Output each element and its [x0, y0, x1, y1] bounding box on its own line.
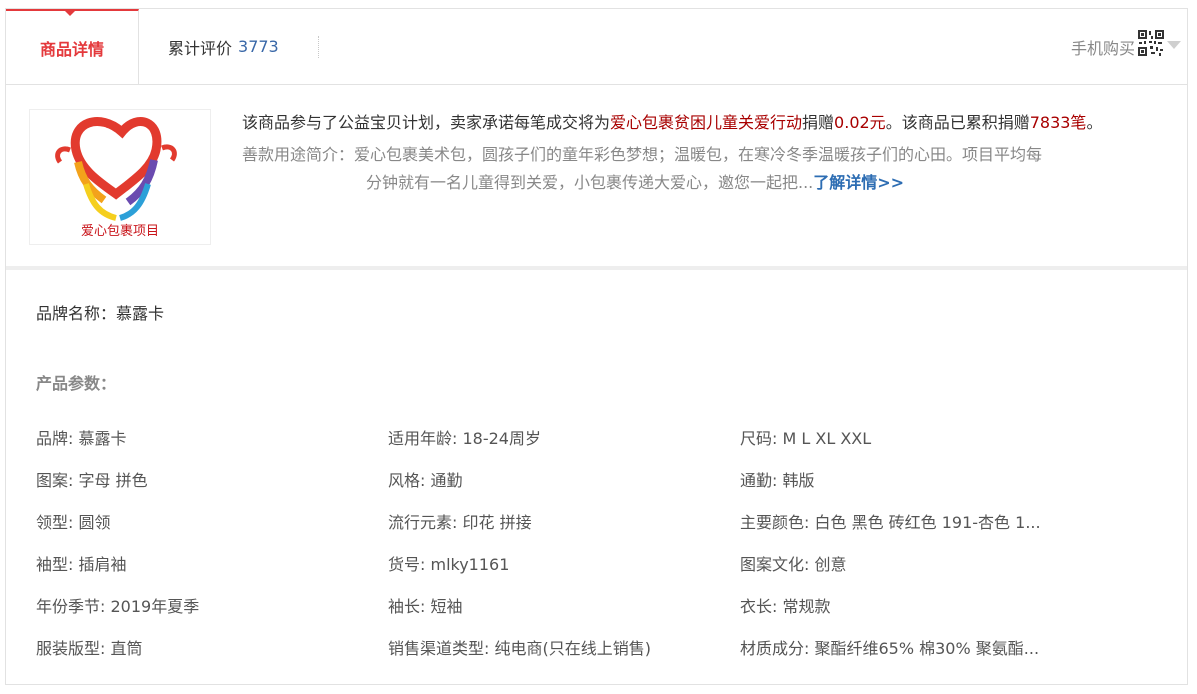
param-commute: 通勤: 韩版	[740, 471, 815, 490]
charity-intro-text: 该商品参与了公益宝贝计划，卖家承诺每笔成交将为	[242, 113, 611, 132]
charity-intro-end: 。	[1086, 113, 1103, 132]
charity-section: 爱心包裹项目 该商品参与了公益宝贝计划，卖家承诺每笔成交将为爱心包裹贫困儿童关爱…	[6, 85, 1187, 266]
tab-bar: 商品详情 累计评价 3773 手机购买	[6, 9, 1187, 85]
review-count: 3773	[238, 37, 279, 56]
charity-logo[interactable]: 爱心包裹项目	[29, 109, 211, 245]
donation-count: 7833笔	[1029, 113, 1087, 132]
params-row: 袖型: 插肩袖 货号: mlky1161 图案文化: 创意	[36, 542, 1166, 584]
charity-intro: 该商品参与了公益宝贝计划，卖家承诺每笔成交将为爱心包裹贫困儿童关爱行动捐赠0.0…	[242, 109, 1152, 137]
product-params-section: 品牌名称：慕露卡 产品参数： 品牌: 慕露卡 适用年龄: 18-24周岁 尺码:…	[6, 270, 1187, 684]
params-row: 领型: 圆领 流行元素: 印花 拼接 主要颜色: 白色 黑色 砖红色 191-杏…	[36, 500, 1166, 542]
params-title: 产品参数：	[36, 374, 117, 393]
params-row: 年份季节: 2019年夏季 袖长: 短袖 衣长: 常规款	[36, 584, 1166, 626]
param-pattern-culture: 图案文化: 创意	[740, 555, 847, 574]
tab-reviews-label: 累计评价	[168, 38, 233, 58]
purpose-text-1: 爱心包裹美术包，圆孩子们的童年彩色梦想；温暖包，在寒冷冬季温暖孩子们的心田。项目…	[354, 145, 1043, 164]
param-style: 风格: 通勤	[388, 471, 463, 490]
tab-reviews[interactable]: 累计评价 3773	[168, 9, 279, 84]
heart-package-icon: 爱心包裹项目	[55, 117, 177, 239]
param-season: 年份季节: 2019年夏季	[36, 597, 200, 616]
param-sleeve-length: 袖长: 短袖	[388, 597, 463, 616]
charity-logo-text: 爱心包裹项目	[81, 224, 159, 239]
donation-amount: 0.02元	[834, 113, 886, 132]
param-length: 衣长: 常规款	[740, 597, 831, 616]
purpose-label: 善款用途简介：	[242, 145, 355, 164]
mobile-buy-label: 手机购买	[1070, 38, 1135, 58]
param-channel: 销售渠道类型: 纯电商(只在线上销售)	[388, 639, 651, 658]
product-detail-panel: 商品详情 累计评价 3773 手机购买 爱心包裹项目 该商品参与了公益宝贝计划，…	[5, 8, 1188, 685]
param-fit: 服装版型: 直筒	[36, 639, 143, 658]
tab-product-details[interactable]: 商品详情	[6, 9, 139, 84]
param-item-no: 货号: mlky1161	[388, 555, 510, 574]
param-collar: 领型: 圆领	[36, 513, 111, 532]
charity-purpose: 善款用途简介：爱心包裹美术包，圆孩子们的童年彩色梦想；温暖包，在寒冷冬季温暖孩子…	[242, 141, 1152, 197]
brand-name: 品牌名称：慕露卡	[36, 304, 165, 323]
param-colors: 主要颜色: 白色 黑色 砖红色 191-杏色 1...	[740, 513, 1041, 532]
param-brand: 品牌: 慕露卡	[36, 429, 127, 448]
mobile-buy-link[interactable]: 手机购买	[1071, 9, 1135, 84]
charity-intro-accum: 。该商品已累积捐赠	[885, 113, 1030, 132]
params-row: 图案: 字母 拼色 风格: 通勤 通勤: 韩版	[36, 458, 1166, 500]
purpose-line-2: 分钟就有一名儿童得到关爱，小包裹传递大爱心，邀您一起把...了解详情>>	[242, 169, 1152, 197]
chevron-down-icon[interactable]	[1167, 41, 1181, 49]
tab-product-details-label: 商品详情	[39, 39, 104, 59]
param-pattern: 图案: 字母 拼色	[36, 471, 148, 490]
qr-code-icon[interactable]	[1137, 29, 1165, 57]
params-row: 品牌: 慕露卡 适用年龄: 18-24周岁 尺码: M L XL XXL	[36, 416, 1166, 458]
param-sleeve-type: 袖型: 插肩袖	[36, 555, 127, 574]
active-tab-caret-icon	[64, 10, 76, 16]
param-elements: 流行元素: 印花 拼接	[388, 513, 532, 532]
tab-divider	[318, 36, 319, 58]
purpose-text-2: 分钟就有一名儿童得到关爱，小包裹传递大爱心，邀您一起把...	[366, 173, 814, 192]
params-row: 服装版型: 直筒 销售渠道类型: 纯电商(只在线上销售) 材质成分: 聚酯纤维6…	[36, 626, 1166, 668]
param-material: 材质成分: 聚酯纤维65% 棉30% 聚氨酯...	[740, 639, 1040, 658]
charity-project-name: 爱心包裹贫困儿童关爱行动	[610, 113, 803, 132]
param-age: 适用年龄: 18-24周岁	[388, 429, 541, 448]
learn-more-link[interactable]: 了解详情>>	[813, 173, 904, 192]
charity-intro-donate: 捐赠	[802, 113, 835, 132]
params-grid: 品牌: 慕露卡 适用年龄: 18-24周岁 尺码: M L XL XXL 图案:…	[36, 416, 1166, 668]
charity-description: 该商品参与了公益宝贝计划，卖家承诺每笔成交将为爱心包裹贫困儿童关爱行动捐赠0.0…	[242, 109, 1152, 197]
param-size: 尺码: M L XL XXL	[740, 429, 872, 448]
